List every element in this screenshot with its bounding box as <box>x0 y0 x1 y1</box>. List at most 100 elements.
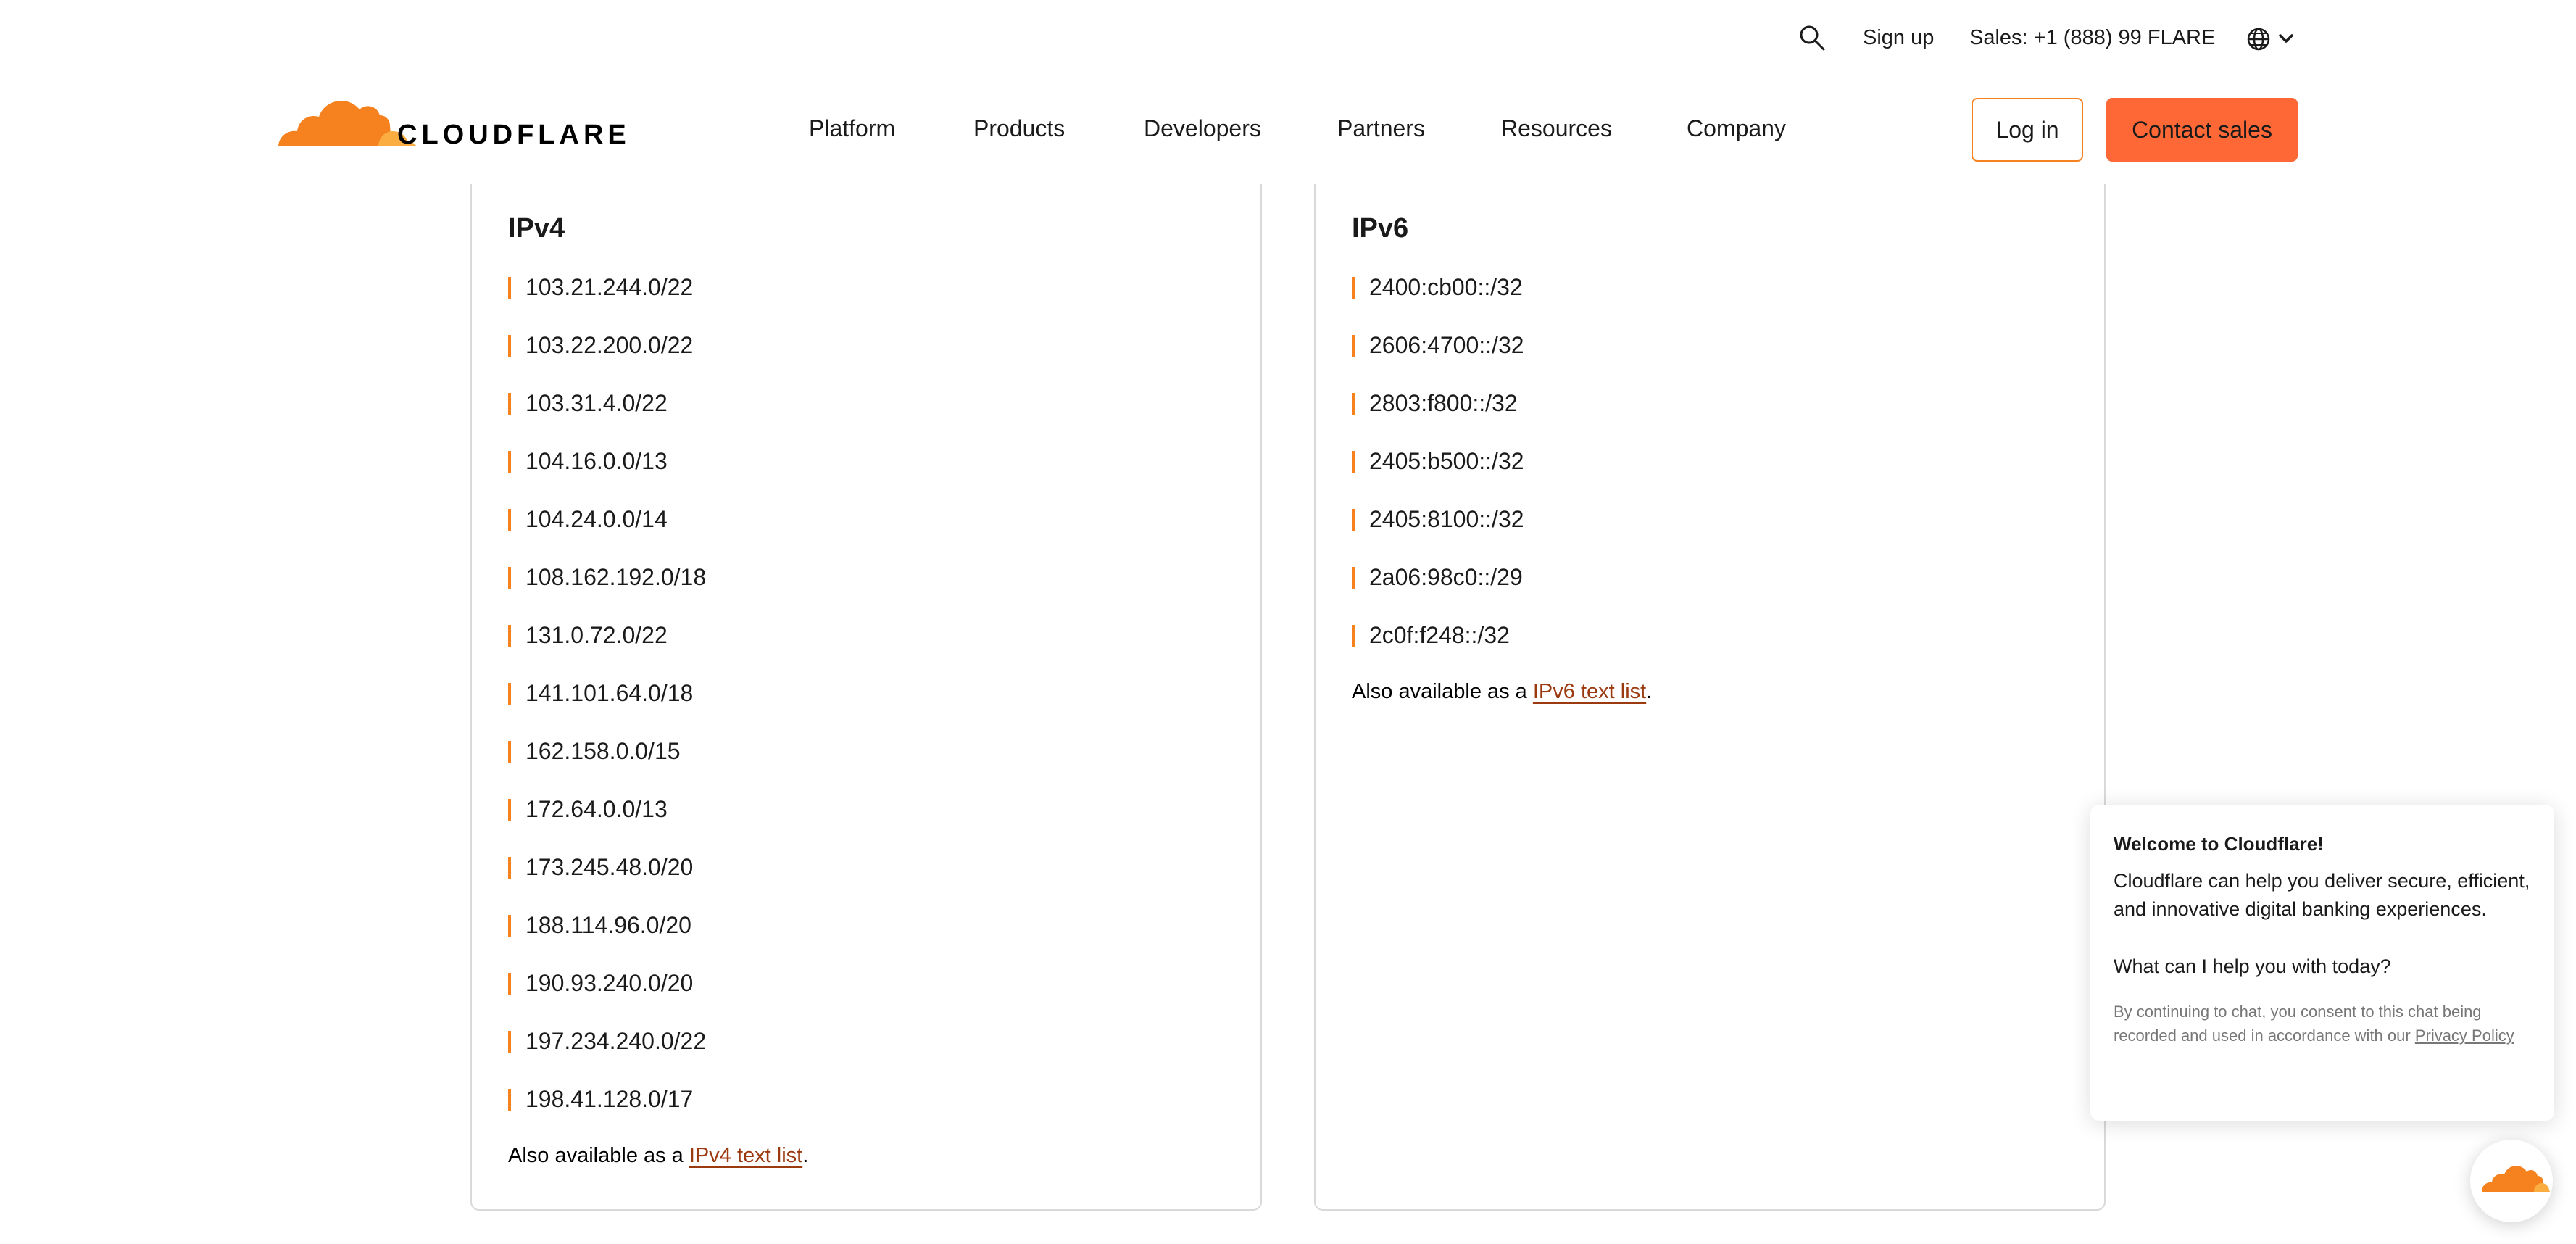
list-marker <box>508 509 511 531</box>
list-item: 188.114.96.0/20 <box>508 909 706 967</box>
list-item: 2803:f800::/32 <box>1352 387 1524 445</box>
nav-item-company[interactable]: Company <box>1687 114 1786 143</box>
chat-launcher-button[interactable] <box>2470 1140 2553 1222</box>
utility-bar: Sign up Sales: +1 (888) 99 FLARE <box>0 20 2576 55</box>
list-marker <box>508 451 511 473</box>
chat-title: Welcome to Cloudflare! <box>2114 833 2324 855</box>
list-item: 104.24.0.0/14 <box>508 503 706 561</box>
nav-item-resources[interactable]: Resources <box>1501 114 1612 143</box>
nav-item-developers[interactable]: Developers <box>1144 114 1261 143</box>
ipv4-title: IPv4 <box>508 213 565 244</box>
list-item: 190.93.240.0/20 <box>508 967 706 1025</box>
list-item: 197.234.240.0/22 <box>508 1025 706 1083</box>
list-marker <box>1352 451 1355 473</box>
ipv6-title: IPv6 <box>1352 213 1409 244</box>
chat-message: Cloudflare can help you deliver secure, … <box>2114 870 2530 920</box>
chevron-down-icon <box>2279 34 2293 43</box>
list-marker <box>508 1089 511 1111</box>
list-marker <box>508 799 511 821</box>
list-item: 131.0.72.0/22 <box>508 619 706 677</box>
list-item: 2a06:98c0::/29 <box>1352 561 1524 619</box>
list-item: 141.101.64.0/18 <box>508 677 706 735</box>
ipv6-text-list-link[interactable]: IPv6 text list <box>1533 680 1646 703</box>
list-item: 2405:8100::/32 <box>1352 503 1524 561</box>
login-button[interactable]: Log in <box>1972 98 2083 162</box>
contact-sales-button[interactable]: Contact sales <box>2106 98 2298 162</box>
ip-range: 131.0.72.0/22 <box>525 622 668 648</box>
list-item: 173.245.48.0/20 <box>508 851 706 909</box>
ip-range: 162.158.0.0/15 <box>525 738 681 764</box>
also-prefix: Also available as a <box>508 1144 689 1167</box>
signup-link[interactable]: Sign up <box>1863 23 1934 52</box>
list-marker <box>508 1031 511 1053</box>
list-marker <box>508 973 511 995</box>
list-marker <box>1352 509 1355 531</box>
list-item: 172.64.0.0/13 <box>508 793 706 851</box>
list-marker <box>508 741 511 763</box>
ip-range: 2803:f800::/32 <box>1369 390 1518 416</box>
search-icon[interactable] <box>1798 23 1827 52</box>
nav-item-platform[interactable]: Platform <box>809 114 895 143</box>
list-item: 2400:cb00::/32 <box>1352 271 1524 329</box>
privacy-policy-link[interactable]: Privacy Policy <box>2415 1027 2514 1045</box>
list-marker <box>1352 625 1355 647</box>
logo-text: CLOUDFLARE <box>397 120 631 150</box>
ip-range: 108.162.192.0/18 <box>525 564 707 590</box>
ip-range: 103.21.244.0/22 <box>525 274 694 300</box>
main-navigation: CLOUDFLARE Platform Products Developers … <box>0 91 2576 170</box>
list-marker <box>508 915 511 937</box>
list-item: 2606:4700::/32 <box>1352 329 1524 387</box>
sales-phone-link[interactable]: Sales: +1 (888) 99 FLARE <box>1969 23 2215 52</box>
list-item: 2c0f:f248::/32 <box>1352 619 1524 677</box>
ip-range: 2c0f:f248::/32 <box>1369 622 1510 648</box>
chat-popup[interactable]: Welcome to Cloudflare! Cloudflare can he… <box>2090 805 2554 1121</box>
ip-range: 2a06:98c0::/29 <box>1369 564 1523 590</box>
list-marker <box>508 335 511 357</box>
list-item: 108.162.192.0/18 <box>508 561 706 619</box>
ip-range: 173.245.48.0/20 <box>525 854 694 880</box>
nav-item-partners[interactable]: Partners <box>1337 114 1425 143</box>
nav-item-products[interactable]: Products <box>973 114 1065 143</box>
ip-range: 104.16.0.0/13 <box>525 448 668 474</box>
list-item: 198.41.128.0/17 <box>508 1083 706 1141</box>
ipv6-text-list-note: Also available as a IPv6 text list. <box>1352 677 1652 706</box>
ip-range: 2405:b500::/32 <box>1369 448 1524 474</box>
list-marker <box>508 625 511 647</box>
list-item: 103.21.244.0/22 <box>508 271 706 329</box>
chat-question: What can I help you with today? <box>2114 955 2391 977</box>
ipv4-text-list-note: Also available as a IPv4 text list. <box>508 1141 808 1170</box>
ip-range: 104.24.0.0/14 <box>525 506 668 532</box>
list-marker <box>1352 335 1355 357</box>
language-selector[interactable] <box>2245 25 2298 54</box>
ip-range: 2400:cb00::/32 <box>1369 274 1523 300</box>
list-item: 103.22.200.0/22 <box>508 329 706 387</box>
list-marker <box>1352 277 1355 299</box>
ip-range: 103.31.4.0/22 <box>525 390 668 416</box>
ip-range: 103.22.200.0/22 <box>525 332 694 358</box>
list-item: 162.158.0.0/15 <box>508 735 706 793</box>
ip-range: 2606:4700::/32 <box>1369 332 1524 358</box>
cloudflare-cloud-icon <box>2482 1166 2550 1192</box>
list-marker <box>508 683 511 705</box>
list-marker <box>1352 393 1355 415</box>
ip-range: 172.64.0.0/13 <box>525 796 668 822</box>
also-suffix: . <box>802 1144 809 1167</box>
also-prefix: Also available as a <box>1352 680 1533 703</box>
ipv4-range-list: 103.21.244.0/22 103.22.200.0/22 103.31.4… <box>508 271 706 1141</box>
list-marker <box>508 567 511 589</box>
list-item: 104.16.0.0/13 <box>508 445 706 503</box>
list-marker <box>1352 567 1355 589</box>
chat-consent-text: By continuing to chat, you consent to th… <box>2114 1000 2531 1048</box>
list-marker <box>508 393 511 415</box>
list-item: 2405:b500::/32 <box>1352 445 1524 503</box>
ipv4-card: IPv4 103.21.244.0/22 103.22.200.0/22 103… <box>470 184 1262 1211</box>
ip-range: 190.93.240.0/20 <box>525 970 694 996</box>
ip-range: 2405:8100::/32 <box>1369 506 1524 532</box>
ip-range: 141.101.64.0/18 <box>525 680 694 706</box>
list-marker <box>508 857 511 879</box>
list-marker <box>508 277 511 299</box>
ipv4-text-list-link[interactable]: IPv4 text list <box>689 1144 802 1167</box>
globe-icon <box>2247 28 2270 51</box>
list-item: 103.31.4.0/22 <box>508 387 706 445</box>
ip-range: 188.114.96.0/20 <box>525 912 691 938</box>
